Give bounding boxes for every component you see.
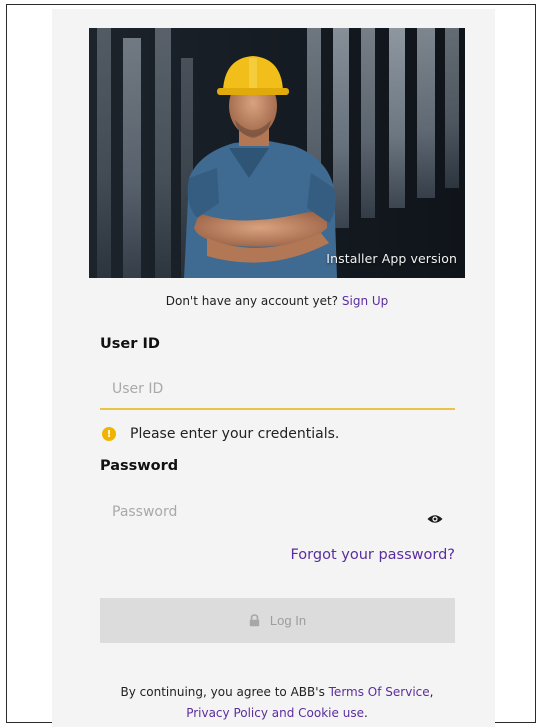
- app-version-caption: Installer App version: [326, 251, 457, 266]
- hero-image: Installer App version: [89, 28, 465, 278]
- log-in-button[interactable]: Log In: [100, 598, 455, 643]
- password-input[interactable]: [100, 501, 420, 523]
- terms-comma: ,: [429, 685, 434, 699]
- signup-prompt-text: Don't have any account yet?: [165, 294, 342, 308]
- log-in-label: Log In: [269, 613, 307, 628]
- user-id-label: User ID: [100, 336, 160, 352]
- forgot-password-link[interactable]: Forgot your password?: [290, 547, 455, 563]
- terms-of-service-link[interactable]: Terms Of Service: [329, 685, 430, 699]
- user-id-input[interactable]: [100, 378, 455, 400]
- eye-icon[interactable]: [427, 513, 443, 525]
- terms-notice: By continuing, you agree to ABB's Terms …: [70, 682, 484, 724]
- signup-prompt: Don't have any account yet? Sign Up: [100, 294, 454, 308]
- terms-prefix: By continuing, you agree to ABB's: [120, 685, 329, 699]
- password-label: Password: [100, 458, 179, 474]
- warning-icon: !: [102, 427, 116, 441]
- lock-icon: [249, 614, 260, 627]
- user-id-underline: [100, 408, 455, 410]
- privacy-policy-link[interactable]: Privacy Policy and Cookie use: [186, 706, 364, 720]
- hero-photo-installer: [89, 28, 465, 278]
- validation-message: ! Please enter your credentials.: [100, 426, 339, 442]
- user-id-field-wrapper: [100, 378, 455, 410]
- password-field-wrapper: [100, 501, 420, 523]
- sign-up-link[interactable]: Sign Up: [342, 294, 388, 308]
- terms-period: .: [363, 706, 368, 720]
- validation-text: Please enter your credentials.: [130, 426, 340, 442]
